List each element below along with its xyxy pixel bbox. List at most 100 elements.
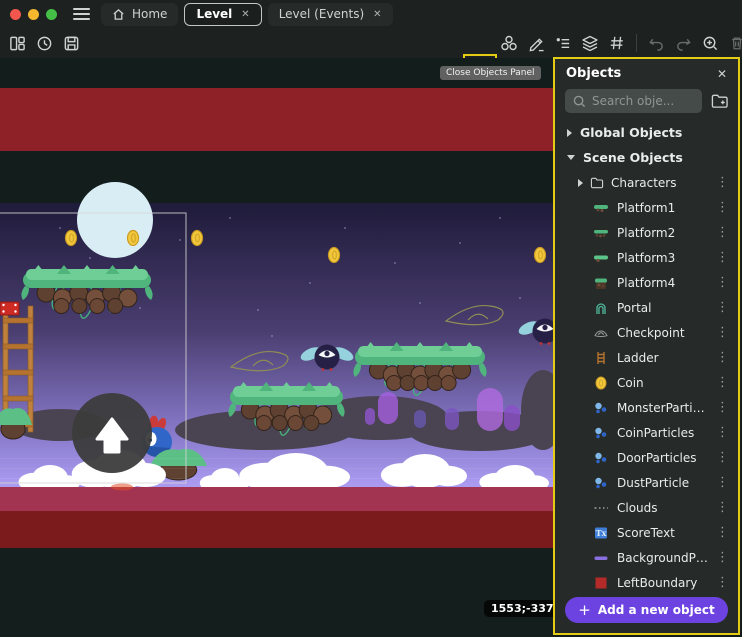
window-titlebar: HomeLevel✕Level (Events)✕ — [0, 0, 742, 28]
tab-close-icon[interactable]: ✕ — [241, 9, 249, 20]
instances-list-icon[interactable] — [552, 32, 574, 54]
object-label: Portal — [617, 301, 651, 315]
object-item-dustparticle[interactable]: DustParticle ⋮ — [555, 470, 738, 495]
platform2-thumbnail-icon — [592, 225, 609, 240]
project-manager-icon[interactable] — [6, 32, 28, 54]
object-menu-button[interactable]: ⋮ — [716, 451, 738, 464]
search-input[interactable]: Search obje... — [565, 89, 702, 113]
object-item-doorparticles[interactable]: DoorParticles ⋮ — [555, 445, 738, 470]
object-folder-characters[interactable]: Characters⋮ — [555, 170, 738, 195]
object-item-checkpoint[interactable]: Checkpoint⋮ — [555, 320, 738, 345]
object-label: ScoreText — [617, 526, 675, 540]
star — [257, 309, 259, 311]
object-label: LeftBoundary — [617, 576, 697, 590]
object-item-portal[interactable]: Portal ⋮ — [555, 295, 738, 320]
object-item-scoretext[interactable]: Tx ScoreText ⋮ — [555, 520, 738, 545]
object-item-backgroundplants[interactable]: BackgroundPlants⋮ — [555, 545, 738, 570]
object-menu-button[interactable]: ⋮ — [716, 551, 738, 564]
star — [309, 282, 311, 284]
object-label: MonsterParticles — [617, 401, 708, 415]
add-folder-icon[interactable] — [711, 93, 728, 109]
tab-level[interactable]: Level ✕ — [184, 3, 261, 26]
object-menu-button[interactable]: ⋮ — [716, 426, 738, 439]
close-window-button[interactable] — [10, 9, 21, 20]
object-menu-button[interactable]: ⋮ — [716, 376, 738, 389]
edit-pencil-icon[interactable] — [525, 32, 547, 54]
object-menu-button[interactable]: ⋮ — [716, 251, 738, 264]
object-item-coin[interactable]: Coin⋮ — [555, 370, 738, 395]
object-menu-button[interactable]: ⋮ — [716, 351, 738, 364]
main-menu-icon[interactable] — [73, 8, 90, 20]
moon-sprite[interactable] — [77, 182, 153, 258]
add-new-object-button[interactable]: + Add a new object — [565, 597, 728, 623]
folder-icon — [590, 177, 604, 189]
jump-control-button[interactable] — [72, 393, 152, 473]
object-item-monsterparticles[interactable]: MonsterParticles ⋮ — [555, 395, 738, 420]
minimize-window-button[interactable] — [28, 9, 39, 20]
maximize-window-button[interactable] — [46, 9, 57, 20]
caret-down-icon[interactable] — [567, 155, 575, 160]
tab-label: Level — [196, 7, 232, 21]
object-menu-button[interactable]: ⋮ — [716, 176, 738, 189]
zoom-in-icon[interactable] — [699, 32, 721, 54]
scene-canvas[interactable] — [0, 58, 553, 637]
tab-home[interactable]: Home — [101, 3, 178, 26]
coin-sprite[interactable] — [128, 231, 139, 246]
coin-thumbnail-icon — [592, 375, 609, 390]
history-icon[interactable] — [33, 32, 55, 54]
clouds-thumbnail-icon — [592, 500, 609, 515]
tab-level-events-[interactable]: Level (Events)✕ — [268, 3, 393, 26]
redo-icon[interactable] — [672, 32, 694, 54]
object-menu-button[interactable]: ⋮ — [716, 526, 738, 539]
object-menu-button[interactable]: ⋮ — [716, 576, 738, 589]
object-group-scene-objects[interactable]: Scene Objects — [555, 145, 738, 170]
bottom-red-band — [0, 511, 553, 548]
object-item-clouds[interactable]: Clouds⋮ — [555, 495, 738, 520]
object-menu-button[interactable]: ⋮ — [716, 476, 738, 489]
object-item-leftboundary[interactable]: LeftBoundary ⋮ — [555, 570, 738, 590]
window-controls — [0, 9, 57, 20]
undo-icon[interactable] — [645, 32, 667, 54]
trash-icon[interactable] — [726, 32, 742, 54]
object-menu-button[interactable]: ⋮ — [716, 401, 738, 414]
object-item-ladder[interactable]: Ladder⋮ — [555, 345, 738, 370]
object-label: DoorParticles — [617, 451, 696, 465]
mushroom-plant — [504, 405, 520, 431]
grid-icon[interactable] — [606, 32, 628, 54]
object-item-platform4[interactable]: Platform4⋮ — [555, 270, 738, 295]
object-menu-button[interactable]: ⋮ — [716, 501, 738, 514]
object-item-platform3[interactable]: Platform3⋮ — [555, 245, 738, 270]
object-group-global-objects[interactable]: Global Objects — [555, 120, 738, 145]
object-menu-button[interactable]: ⋮ — [716, 326, 738, 339]
layers-icon[interactable] — [579, 32, 601, 54]
object-menu-button[interactable]: ⋮ — [716, 226, 738, 239]
coin-sprite[interactable] — [66, 231, 77, 246]
object-item-platform1[interactable]: Platform1⋮ — [555, 195, 738, 220]
object-menu-button[interactable]: ⋮ — [716, 276, 738, 289]
coin-sprite[interactable] — [192, 231, 203, 246]
save-icon[interactable] — [60, 32, 82, 54]
tab-close-icon[interactable]: ✕ — [373, 9, 381, 20]
object-menu-button[interactable]: ⋮ — [716, 301, 738, 314]
coin-sprite[interactable] — [329, 248, 340, 263]
caret-right-icon[interactable] — [578, 179, 583, 187]
object-groups-icon[interactable] — [498, 32, 520, 54]
object-label: DustParticle — [617, 476, 689, 490]
cursor-coordinates: 1553;-337 — [484, 600, 561, 617]
plus-icon: + — [578, 601, 591, 619]
search-placeholder: Search obje... — [592, 94, 674, 108]
particles-thumbnail-icon — [592, 450, 609, 465]
ladder-thumbnail-icon — [592, 350, 609, 365]
coin-sprite[interactable] — [535, 248, 546, 263]
object-label: Platform2 — [617, 226, 675, 240]
close-icon[interactable]: ✕ — [717, 67, 727, 81]
object-item-coinparticles[interactable]: CoinParticles⋮ — [555, 420, 738, 445]
bottom-dark-area — [0, 548, 553, 637]
text-thumbnail-icon: Tx — [592, 525, 609, 540]
object-item-platform2[interactable]: Platform2 ⋮ — [555, 220, 738, 245]
star — [139, 307, 141, 309]
object-menu-button[interactable]: ⋮ — [716, 201, 738, 214]
object-label: Scene Objects — [583, 150, 683, 165]
mushroom-plant — [477, 388, 503, 431]
caret-right-icon[interactable] — [567, 129, 572, 137]
